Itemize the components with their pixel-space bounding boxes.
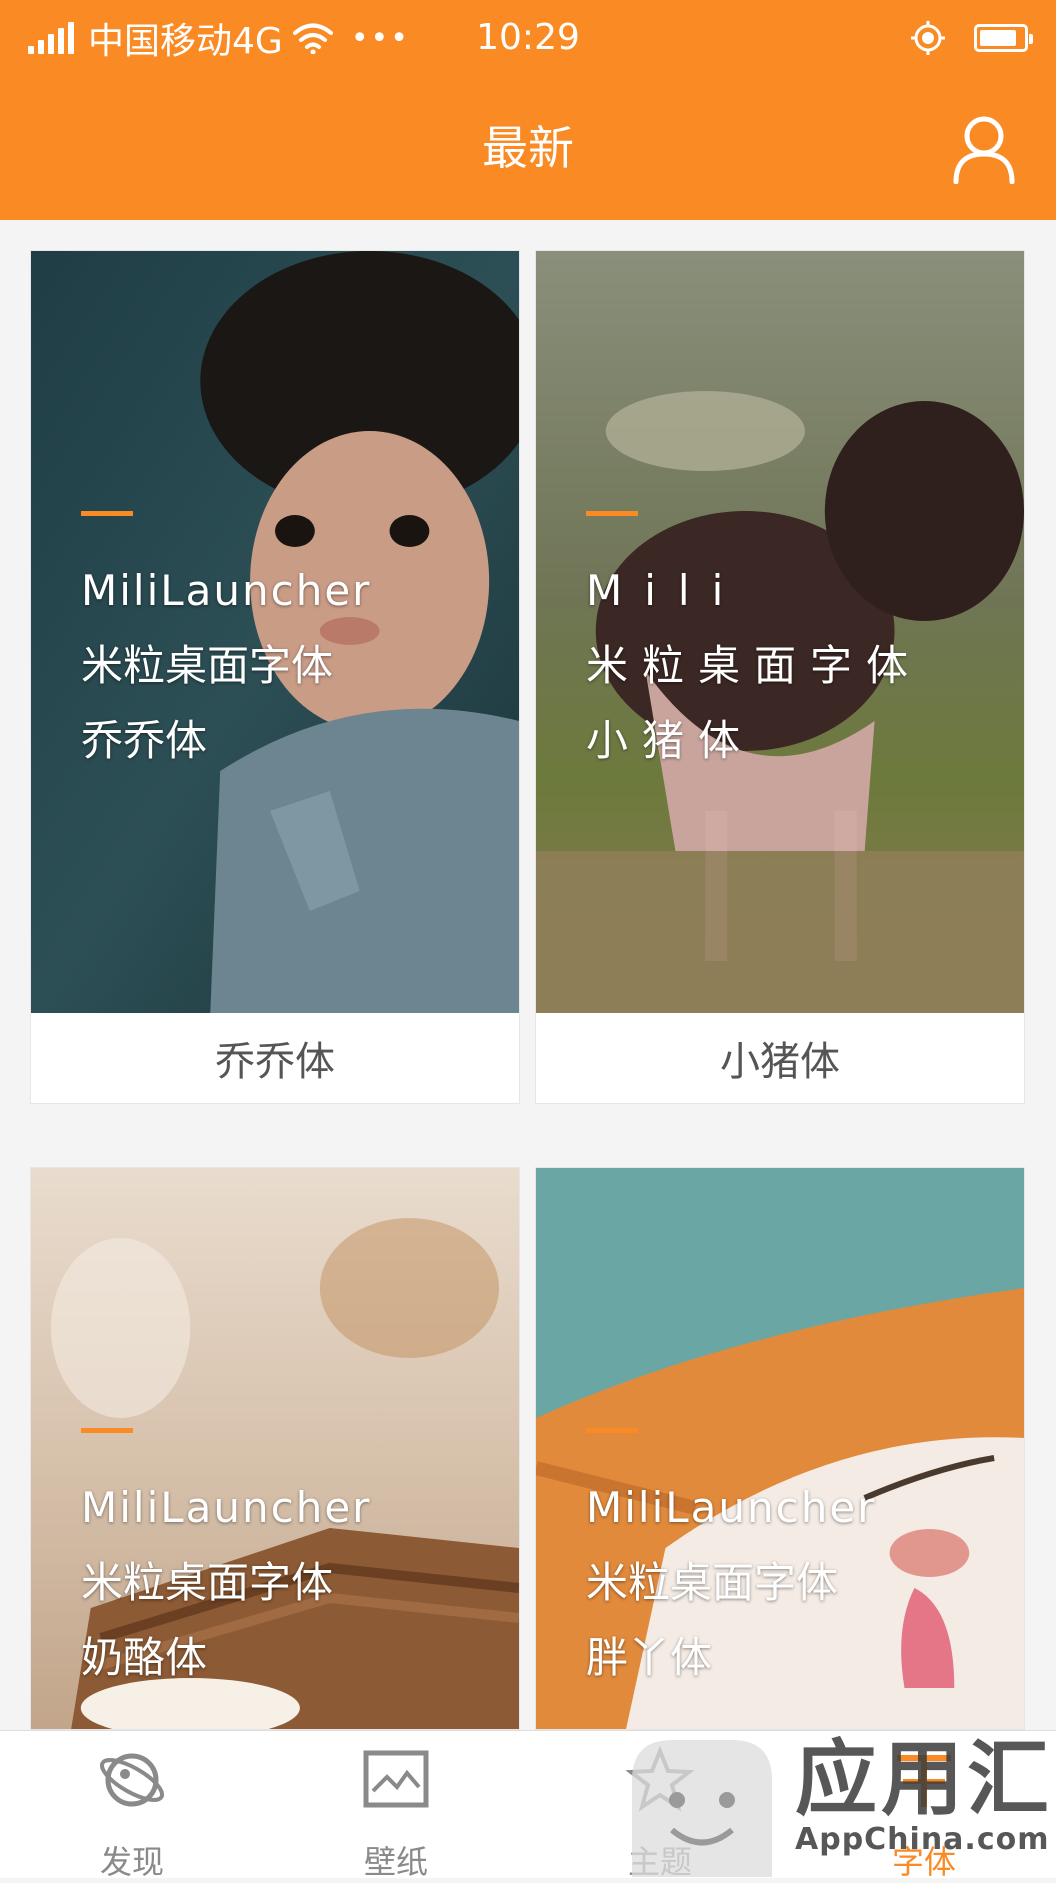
tab-wallpaper[interactable]: 壁纸 (264, 1731, 528, 1881)
status-bar: 中国移动4G ••• 10:29 (0, 0, 1056, 76)
font-card[interactable]: MiliLauncher 米粒桌面字体 乔乔体 乔乔体 (30, 250, 520, 1104)
accent-line (586, 1428, 638, 1433)
font-sample: MiliLauncher 米粒桌面字体 奶酪体 (81, 1470, 371, 1695)
sample-line3: 小猪体 (586, 716, 755, 765)
page-title: 最新 (482, 121, 574, 175)
planet-icon (99, 1753, 165, 1807)
tab-discover[interactable]: 发现 (0, 1731, 264, 1881)
location-icon (911, 21, 945, 55)
font-sample: MiliLauncher 米粒桌面字体 胖丫体 (586, 1470, 876, 1695)
mascot-logo (632, 1740, 772, 1877)
font-card[interactable]: MiliLauncher 米粒桌面字体 胖丫体 (535, 1167, 1025, 1730)
sample-latin: Mili (586, 566, 746, 615)
sample-line2: 米粒桌面字体 (81, 1558, 334, 1607)
sample-line3: 奶酪体 (81, 1633, 208, 1682)
font-sample: MiliLauncher 米粒桌面字体 乔乔体 (81, 553, 371, 778)
sample-line2: 米粒桌面字体 (586, 1558, 839, 1607)
sample-latin: MiliLauncher (81, 1483, 372, 1532)
accent-line (586, 511, 638, 516)
font-card[interactable]: MiliLauncher 米粒桌面字体 奶酪体 (30, 1167, 520, 1730)
sample-line2: 米粒桌面字体 (586, 641, 923, 690)
appchina-watermark: 应用汇 AppChina.com (620, 1700, 1056, 1877)
status-right (910, 14, 1033, 62)
tab-label: 发现 (99, 1843, 164, 1881)
sample-latin: MiliLauncher (81, 566, 372, 615)
image-icon (363, 1750, 429, 1808)
user-icon[interactable] (952, 114, 1016, 184)
font-caption: 乔乔体 (215, 1039, 335, 1085)
accent-line (81, 1428, 133, 1433)
tab-label: 壁纸 (363, 1843, 428, 1881)
font-sample: Mili 米粒桌面字体 小猪体 (586, 553, 922, 778)
sample-line3: 胖丫体 (586, 1633, 713, 1682)
accent-line (81, 511, 133, 516)
watermark-sub: AppChina.com (795, 1822, 1050, 1857)
sample-line3: 乔乔体 (81, 716, 208, 765)
sample-line2: 米粒桌面字体 (81, 641, 334, 690)
battery-level (980, 30, 1016, 46)
sample-latin: MiliLauncher (586, 1483, 877, 1532)
watermark-text: 应用汇 (795, 1732, 1054, 1827)
battery-icon (974, 24, 1033, 52)
nav-bar: 最新 (0, 76, 1056, 220)
font-caption: 小猪体 (720, 1039, 840, 1085)
font-card[interactable]: Mili 米粒桌面字体 小猪体 小猪体 (535, 250, 1025, 1104)
status-time: 10:29 (476, 17, 580, 58)
